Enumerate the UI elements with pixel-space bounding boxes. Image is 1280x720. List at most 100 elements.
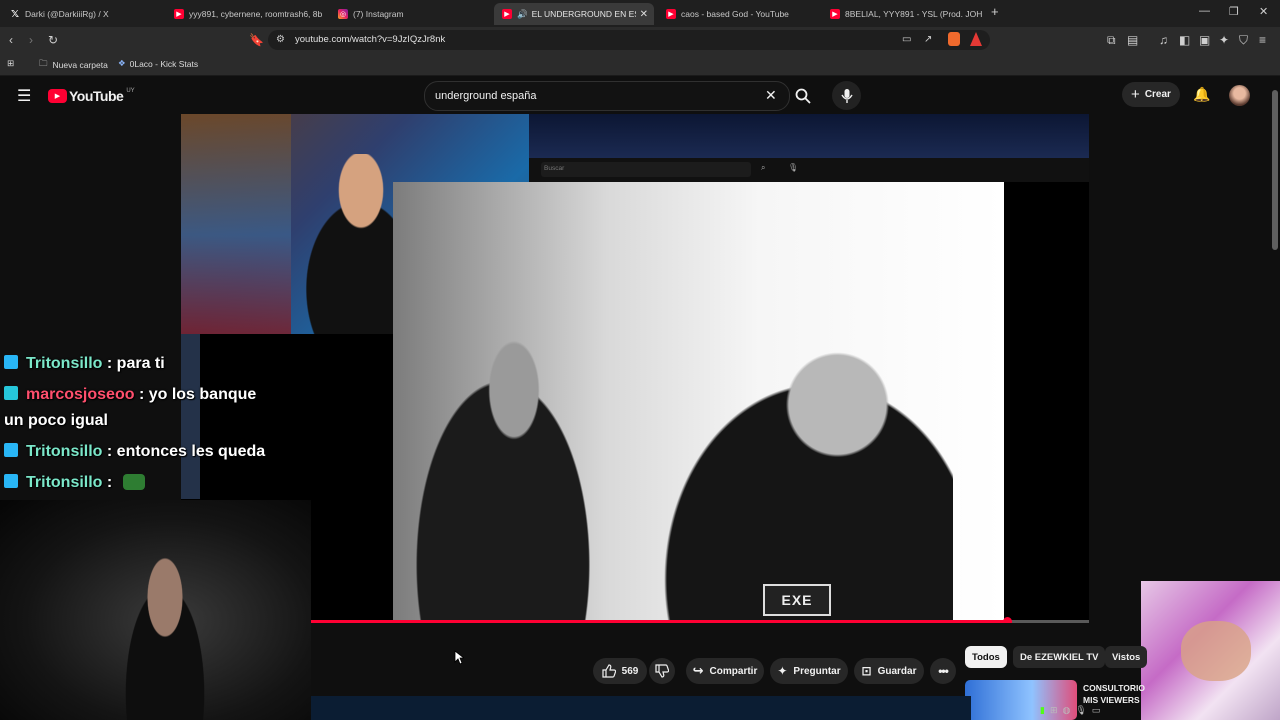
- battery-icon[interactable]: ▭: [1092, 705, 1101, 716]
- voice-search-button[interactable]: [832, 81, 861, 110]
- search-button[interactable]: [788, 81, 817, 111]
- sidebar-icon[interactable]: ▤: [1127, 33, 1138, 47]
- kick-icon[interactable]: ▮: [1040, 705, 1045, 716]
- share-button[interactable]: ↪ Compartir: [686, 658, 764, 684]
- back-icon[interactable]: ‹: [9, 33, 13, 47]
- tab-youtube-ysl[interactable]: ▶ 8BELIAL, YYY891 - YSL (Prod. JOHNN: [822, 3, 982, 25]
- url-text: youtube.com/watch?v=9JzIQzJr8nk: [295, 34, 446, 45]
- rapper-right: [623, 332, 953, 623]
- create-label: Crear: [1144, 89, 1171, 100]
- save-playlist-icon: ⊡: [861, 664, 872, 678]
- tab-youtube-caos[interactable]: ▶ caos - based God - YouTube: [658, 3, 818, 25]
- tab-instagram[interactable]: ◎ (7) Instagram: [330, 3, 490, 25]
- leo-ai-icon[interactable]: ✦: [1219, 33, 1229, 47]
- youtube-favicon: ▶: [502, 9, 512, 19]
- extensions-icon[interactable]: ⧉: [1107, 33, 1116, 47]
- poster-wall: [181, 114, 291, 334]
- save-label: Guardar: [877, 665, 917, 677]
- progress-track[interactable]: [181, 617, 1089, 623]
- hamburger-menu-icon[interactable]: ☰: [17, 86, 31, 106]
- bookmark-kick-stats[interactable]: ❖ 0Laco - Kick Stats: [118, 58, 198, 69]
- bookmark-nueva-carpeta[interactable]: 🗀 Nueva carpeta: [39, 58, 108, 72]
- inner-microphone-icon: 🎙: [788, 163, 799, 172]
- save-button[interactable]: ⊡ Guardar: [854, 658, 924, 684]
- close-tab-icon[interactable]: ✕: [640, 9, 648, 20]
- youtube-logo[interactable]: ▶ YouTube UY: [48, 88, 135, 104]
- sparkle-icon: ✦: [777, 664, 788, 678]
- search-icon: [795, 88, 811, 104]
- chat-username: Tritonsillo: [26, 474, 103, 491]
- youtube-favicon: ▶: [666, 9, 676, 19]
- folder-icon: 🗀: [39, 58, 48, 68]
- page-scrollbar[interactable]: [1272, 90, 1278, 250]
- reload-icon[interactable]: ↻: [48, 33, 58, 47]
- share-label: Compartir: [709, 665, 758, 677]
- search-box[interactable]: underground españa ✕: [424, 81, 790, 111]
- chat-overlay: Tritonsillo : para ti marcosjoseoo : yo …: [0, 351, 320, 501]
- chip-channel[interactable]: De EZEWKIEL TV: [1013, 646, 1106, 668]
- tab-title: EL UNDERGROUND EN ESPAÑ: [531, 9, 636, 19]
- like-button[interactable]: 569: [593, 658, 647, 684]
- dislike-button[interactable]: [649, 658, 675, 684]
- browser-tab-strip: 𝕏 Darki (@DarkiiiRg) / X ▶ yyy891, cyber…: [0, 0, 1280, 27]
- tab-youtube-1[interactable]: ▶ yyy891, cybernene, roomtrash6, 8bel: [166, 3, 322, 25]
- chat-text: : para ti: [106, 355, 165, 372]
- share-icon[interactable]: ↗: [924, 33, 932, 47]
- wallet-icon[interactable]: ▣: [1199, 33, 1210, 47]
- more-actions-button[interactable]: •••: [930, 658, 956, 684]
- chip-todos[interactable]: Todos: [965, 646, 1007, 668]
- forward-icon[interactable]: ›: [29, 33, 33, 47]
- search-input[interactable]: underground españa: [435, 90, 537, 102]
- chat-badge-icon: [4, 474, 18, 488]
- tab-x[interactable]: 𝕏 Darki (@DarkiiiRg) / X: [2, 3, 160, 25]
- chat-message: Tritonsillo : entonces les queda: [4, 439, 265, 465]
- recommendation-title-line: CONSULTORIO: [1083, 683, 1146, 693]
- notifications-bell-icon[interactable]: 🔔: [1193, 86, 1210, 103]
- youtube-favicon: ▶: [830, 9, 840, 19]
- chip-vistos[interactable]: Vistos: [1105, 646, 1148, 668]
- brave-shield-icon[interactable]: [948, 32, 960, 46]
- ask-button[interactable]: ✦ Preguntar: [770, 658, 848, 684]
- green-emote-icon: [122, 474, 145, 490]
- youtube-wordmark: YouTube: [69, 88, 124, 104]
- menu-icon[interactable]: ≡: [1259, 33, 1266, 47]
- youtube-header: ☰ ▶ YouTube UY underground españa ✕ + Cr…: [0, 76, 1280, 114]
- microphone-tray-icon[interactable]: 🎙: [1075, 705, 1086, 716]
- video-frame-header: [529, 114, 1089, 158]
- instagram-icon: ◎: [338, 9, 348, 19]
- site-info-icon[interactable]: ⚙: [276, 33, 285, 47]
- chat-message: marcosjoseoo : yo los banque un poco igu…: [4, 382, 256, 434]
- panel-icon[interactable]: ◧: [1179, 33, 1190, 47]
- tab-title: (7) Instagram: [353, 9, 404, 19]
- system-tray: ▮ ⊞ ◍ 🎙 ▭: [1040, 703, 1140, 717]
- grid-icon[interactable]: ⊞: [1050, 705, 1058, 716]
- window-close-icon[interactable]: ✕: [1259, 5, 1268, 18]
- apps-grid-icon[interactable]: ⊞: [7, 58, 14, 69]
- facecam-person: [110, 545, 220, 720]
- bookmark-icon[interactable]: 🔖: [249, 33, 264, 47]
- brave-rewards-icon[interactable]: [970, 32, 982, 46]
- tab-title: 8BELIAL, YYY891 - YSL (Prod. JOHNN: [845, 9, 982, 19]
- cast-icon[interactable]: ▭: [902, 33, 911, 47]
- bookmark-label: Nueva carpeta: [52, 60, 108, 70]
- create-button[interactable]: + Crear: [1122, 82, 1180, 107]
- restore-icon[interactable]: ❐: [1229, 5, 1239, 18]
- inner-search-icon: ⌕: [761, 163, 766, 172]
- address-bar[interactable]: ⚙ youtube.com/watch?v=9JzIQzJr8nk ▭ ↗: [268, 30, 990, 50]
- progress-scrubber[interactable]: [1003, 617, 1013, 623]
- minimize-icon[interactable]: —: [1199, 5, 1210, 17]
- bookmarks-bar: ⊞ 🗀 Nueva carpeta ❖ 0Laco - Kick Stats: [0, 53, 1280, 76]
- vpn-icon[interactable]: ⛉: [1239, 33, 1248, 47]
- media-icon[interactable]: ♫: [1159, 33, 1168, 47]
- microphone-icon: [840, 88, 853, 103]
- avatar[interactable]: [1229, 85, 1250, 106]
- chat-text: :: [106, 474, 113, 491]
- clear-search-icon[interactable]: ✕: [765, 87, 777, 104]
- bottom-strip: [311, 696, 971, 720]
- shirt-logo: EXE: [763, 584, 831, 616]
- globe-icon[interactable]: ◍: [1063, 705, 1071, 716]
- new-tab-icon[interactable]: +: [991, 4, 999, 19]
- plus-icon: +: [1131, 86, 1140, 103]
- tab-active-underground[interactable]: ▶ 🔊 EL UNDERGROUND EN ESPAÑ ✕: [494, 3, 654, 25]
- ask-label: Preguntar: [793, 665, 841, 677]
